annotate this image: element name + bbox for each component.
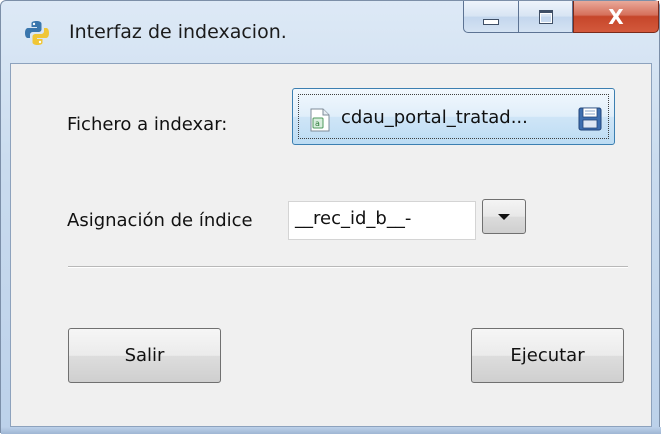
svg-text:a: a <box>315 119 320 128</box>
window-bottom-border <box>1 427 661 434</box>
app-window: Interfaz de indexacion. X Fichero a inde… <box>0 0 666 438</box>
maximize-button[interactable] <box>518 1 573 33</box>
minimize-button[interactable] <box>463 1 518 33</box>
dialog-body: Fichero a indexar: a cdau_portal_tratad.… <box>10 63 652 427</box>
file-name: cdau_portal_tratad... <box>341 107 528 128</box>
python-icon <box>25 21 49 45</box>
close-icon: X <box>608 4 624 29</box>
focus-rect: a cdau_portal_tratad... <box>298 94 609 139</box>
separator-line <box>68 266 628 268</box>
title-bar[interactable]: Interfaz de indexacion. X <box>1 1 661 63</box>
file-icon: a <box>310 108 330 132</box>
exit-button[interactable]: Salir <box>68 328 221 383</box>
folder-icon <box>578 107 602 131</box>
file-picker-button[interactable]: a cdau_portal_tratad... <box>292 88 615 145</box>
maximize-icon <box>538 9 553 24</box>
window-title: Interfaz de indexacion. <box>69 21 287 43</box>
index-dropdown-button[interactable] <box>482 199 526 234</box>
minimize-icon <box>483 18 499 25</box>
caption-buttons: X <box>463 1 659 35</box>
window-frame: Interfaz de indexacion. X Fichero a inde… <box>0 0 661 434</box>
index-combo-input[interactable]: __rec_id_b__- <box>288 201 476 240</box>
chevron-down-icon <box>498 213 510 220</box>
index-label: Asignación de índice <box>67 210 253 231</box>
file-label: Fichero a indexar: <box>67 114 228 135</box>
run-button[interactable]: Ejecutar <box>471 328 624 383</box>
close-button[interactable]: X <box>573 1 659 33</box>
